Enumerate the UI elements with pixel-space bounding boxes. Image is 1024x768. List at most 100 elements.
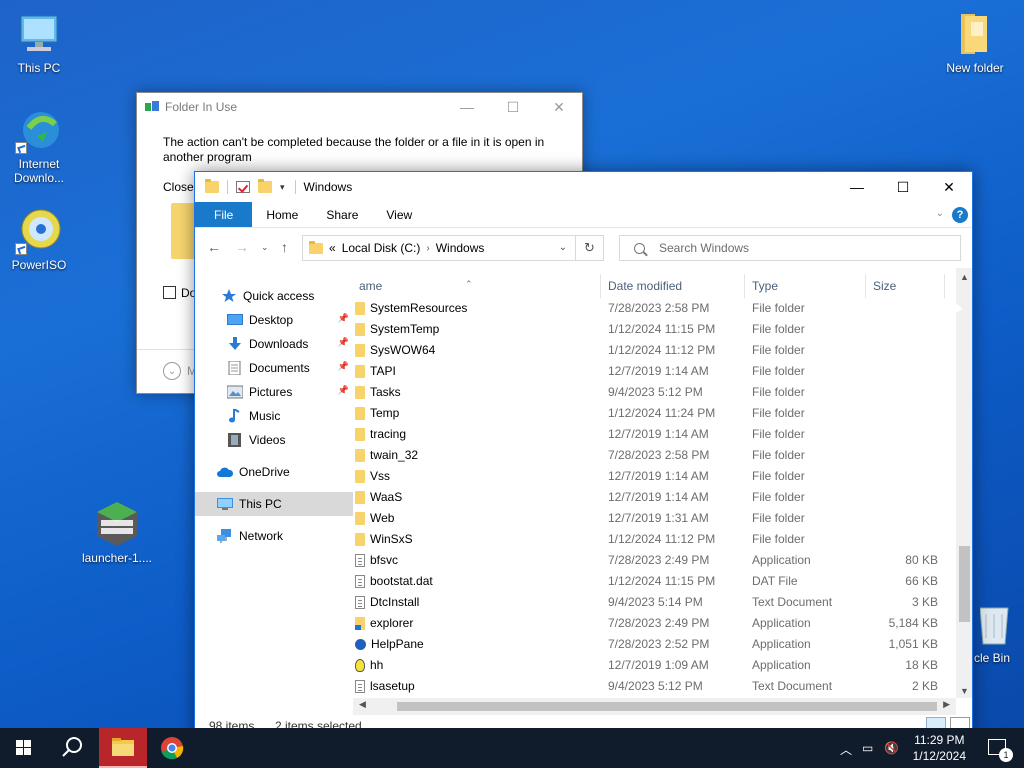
customize-toolbar-dropdown[interactable]: ▾	[280, 182, 285, 193]
desktop-icon-new-folder[interactable]: New folder	[937, 10, 1013, 75]
date-modified-cell: 1/12/2024 11:24 PM	[608, 406, 716, 420]
tab-share[interactable]: Share	[312, 202, 372, 227]
tab-file[interactable]: File	[195, 202, 253, 227]
column-header-type[interactable]: Type	[746, 274, 866, 298]
breadcrumb-windows[interactable]: Windows	[436, 241, 485, 255]
dialog-close-instruction: Close	[163, 180, 194, 194]
chevron-down-icon[interactable]: ⌄	[163, 362, 181, 380]
column-header-size[interactable]: Size	[867, 274, 945, 298]
start-button[interactable]	[0, 728, 48, 768]
clock[interactable]: 11:29 PM 1/12/2024	[913, 732, 966, 764]
nav-item-network[interactable]: Network	[195, 524, 353, 548]
show-hidden-icons-button[interactable]: ︿	[840, 741, 852, 758]
tab-home[interactable]: Home	[252, 202, 312, 227]
table-row[interactable]: Vss 12/7/2019 1:14 AM File folder	[353, 466, 956, 487]
scrollbar-thumb[interactable]	[959, 546, 970, 622]
dialog-maximize-button[interactable]: ☐	[490, 97, 536, 117]
table-row[interactable]: bootstat.dat 1/12/2024 11:15 PM DAT File 66…	[353, 571, 956, 592]
column-header-name[interactable]: ame ⌃	[353, 274, 601, 298]
scroll-up-icon[interactable]: ▲	[956, 272, 972, 282]
chevron-down-icon[interactable]: ⌄	[559, 242, 567, 253]
taskbar-file-explorer[interactable]	[99, 728, 147, 768]
help-button[interactable]: ?	[952, 207, 968, 223]
vertical-scrollbar[interactable]: ▲ ▼	[956, 268, 972, 698]
type-cell: File folder	[752, 427, 805, 441]
table-row[interactable]: hh 12/7/2019 1:09 AM Application 18 KB	[353, 655, 956, 676]
table-row[interactable]: SystemResources 7/28/2023 2:58 PM File fol…	[353, 298, 956, 319]
nav-item-onedrive[interactable]: OneDrive	[195, 460, 353, 484]
type-cell: File folder	[752, 511, 805, 525]
notification-center-button[interactable]: 1	[988, 739, 1013, 762]
breadcrumb-overflow[interactable]: «	[329, 241, 336, 255]
close-button[interactable]: ✕	[926, 172, 972, 202]
nav-item-music[interactable]: Music	[195, 404, 353, 428]
scroll-right-icon[interactable]: ▶	[943, 699, 950, 710]
refresh-button[interactable]: ↻	[576, 235, 604, 261]
table-row[interactable]: Tasks 9/4/2023 5:12 PM File folder	[353, 382, 956, 403]
shortcut-arrow-icon	[15, 142, 27, 154]
desktop-icon-launcher[interactable]: launcher-1....	[79, 500, 155, 565]
nav-item-quick-access[interactable]: Quick access	[195, 284, 353, 308]
up-button[interactable]: ↑	[281, 239, 288, 255]
table-row[interactable]: Temp 1/12/2024 11:24 PM File folder	[353, 403, 956, 424]
sort-ascending-icon: ⌃	[465, 279, 473, 289]
table-row[interactable]: TAPI 12/7/2019 1:14 AM File folder	[353, 361, 956, 382]
recent-locations-dropdown[interactable]: ⌄	[261, 242, 269, 253]
file-name-cell: Tasks	[355, 382, 401, 403]
table-row[interactable]: twain_32 7/28/2023 2:58 PM File folder	[353, 445, 956, 466]
nav-item-videos[interactable]: Videos	[195, 428, 353, 452]
nav-item-pictures[interactable]: Pictures 📌	[195, 380, 353, 404]
table-row[interactable]: SysWOW64 1/12/2024 11:12 PM File folder	[353, 340, 956, 361]
expand-ribbon-chevron-icon[interactable]: ⌄	[936, 208, 944, 219]
pin-icon[interactable]: 📌	[338, 385, 349, 396]
desktop-icon-idm[interactable]: Internet Downlo...	[1, 106, 77, 185]
pin-icon[interactable]: 📌	[338, 313, 349, 324]
scrollbar-thumb[interactable]	[397, 702, 937, 711]
table-row[interactable]: WinSxS 1/12/2024 11:12 PM File folder	[353, 529, 956, 550]
nav-item-desktop[interactable]: Desktop 📌	[195, 308, 353, 332]
dialog-minimize-button[interactable]: —	[444, 97, 490, 117]
properties-icon[interactable]	[236, 181, 250, 193]
maximize-button[interactable]: ☐	[880, 172, 926, 202]
table-row[interactable]: SystemTemp 1/12/2024 11:15 PM File folder	[353, 319, 956, 340]
minimize-button[interactable]: —	[834, 172, 880, 202]
forward-button[interactable]: →	[235, 239, 249, 255]
table-row[interactable]: DtcInstall 9/4/2023 5:14 PM Text Document 3…	[353, 592, 956, 613]
table-row[interactable]: bfsvc 7/28/2023 2:49 PM Application 80 KB	[353, 550, 956, 571]
table-row[interactable]: tracing 12/7/2019 1:14 AM File folder	[353, 424, 956, 445]
desktop-icon-this-pc[interactable]: This PC	[1, 10, 77, 75]
horizontal-scrollbar[interactable]: ◀ ▶	[353, 698, 956, 715]
scroll-down-icon[interactable]: ▼	[956, 686, 972, 696]
search-button[interactable]	[48, 728, 96, 768]
notification-badge: 1	[999, 748, 1013, 762]
pin-icon[interactable]: 📌	[338, 361, 349, 372]
table-row[interactable]: WaaS 12/7/2019 1:14 AM File folder	[353, 487, 956, 508]
dialog-close-button[interactable]: ✕	[536, 97, 582, 117]
do-this-for-all-checkbox[interactable]	[163, 286, 176, 299]
table-row[interactable]: HelpPane 7/28/2023 2:52 PM Application 1,05…	[353, 634, 956, 655]
nav-item-this-pc[interactable]: This PC	[195, 492, 353, 516]
breadcrumb-local-disk[interactable]: Local Disk (C:)	[342, 241, 421, 255]
search-input[interactable]: Search Windows	[619, 235, 961, 261]
new-folder-icon[interactable]	[258, 179, 272, 193]
column-header-date[interactable]: Date modified	[602, 274, 745, 298]
table-row[interactable]: Web 12/7/2019 1:31 AM File folder	[353, 508, 956, 529]
volume-muted-icon[interactable]: 🔇	[884, 741, 899, 755]
scroll-left-icon[interactable]: ◀	[359, 699, 366, 710]
nav-item-documents[interactable]: Documents 📌	[195, 356, 353, 380]
size-cell: 80 KB	[905, 553, 938, 567]
table-row[interactable]: lsasetup 9/4/2023 5:12 PM Text Document 2 K…	[353, 676, 956, 697]
type-cell: File folder	[752, 364, 805, 378]
size-cell: 2 KB	[911, 679, 938, 693]
nav-item-downloads[interactable]: Downloads 📌	[195, 332, 353, 356]
pin-icon[interactable]: 📌	[338, 337, 349, 348]
network-icon[interactable]: ▭	[862, 741, 873, 755]
tab-view[interactable]: View	[372, 202, 426, 227]
address-bar[interactable]: « Local Disk (C:) › Windows ⌄	[302, 235, 576, 261]
back-button[interactable]: ←	[207, 239, 221, 255]
chevron-right-icon[interactable]: ›	[426, 243, 429, 254]
taskbar-chrome[interactable]	[148, 728, 196, 768]
date-modified-cell: 12/7/2019 1:31 AM	[608, 511, 709, 525]
table-row[interactable]: explorer 7/28/2023 2:49 PM Application 5,18…	[353, 613, 956, 634]
desktop-icon-poweriso[interactable]: PowerISO	[1, 207, 77, 272]
